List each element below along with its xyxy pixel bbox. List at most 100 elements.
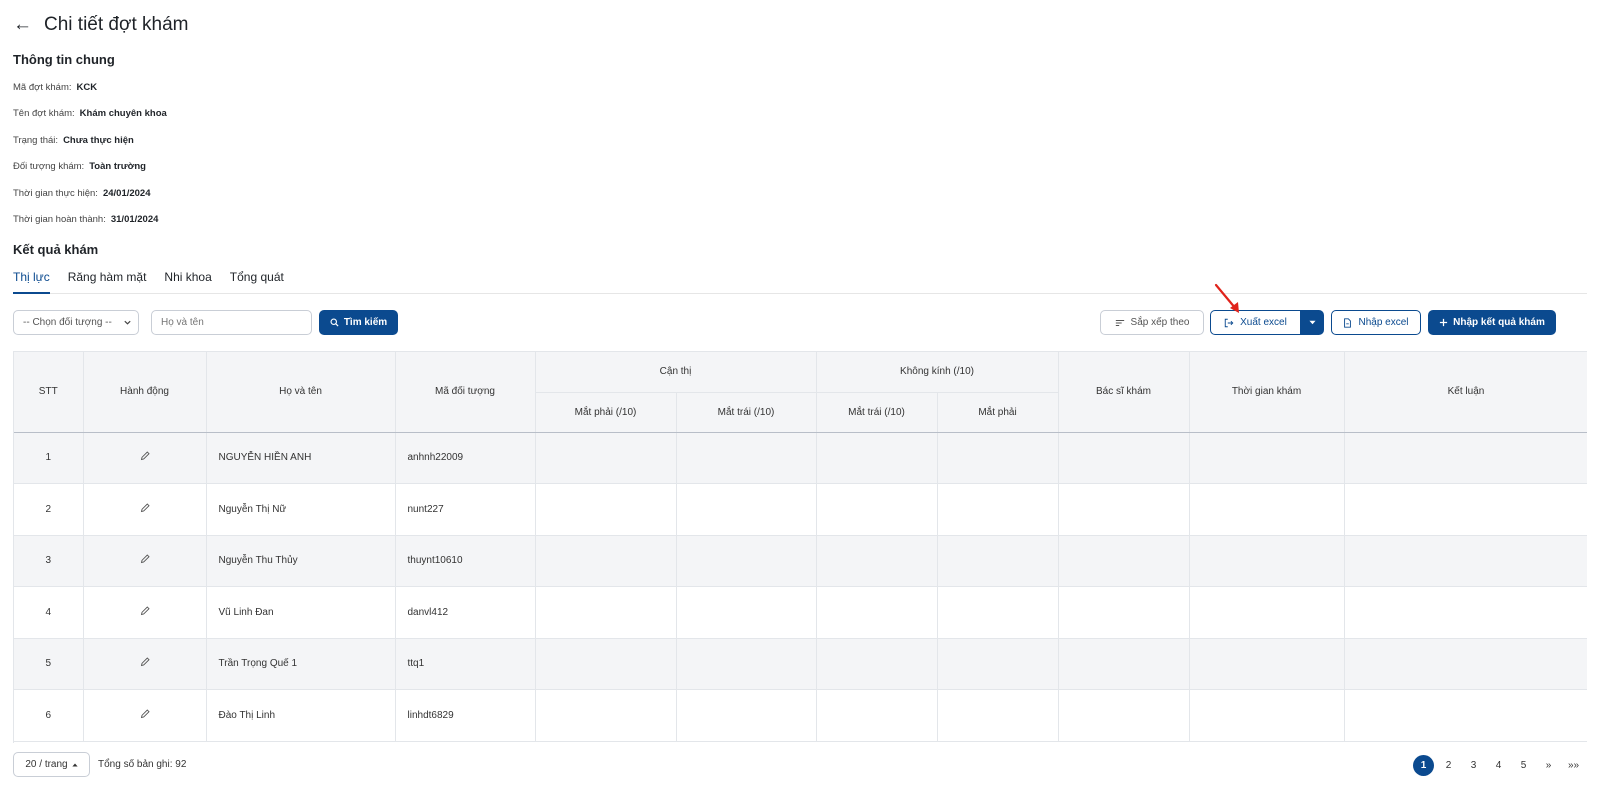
cell-name: Đào Thị Linh: [206, 689, 396, 742]
table-row: 1 NGUYỄN HIỀN ANH anhnh22009: [14, 432, 1587, 484]
pencil-edit-icon[interactable]: [139, 656, 151, 668]
sort-button[interactable]: Sắp xếp theo: [1100, 310, 1204, 335]
cell-empty: [535, 689, 677, 742]
pencil-edit-icon[interactable]: [139, 553, 151, 565]
table-row: 3 Nguyễn Thu Thủy thuynt10610: [14, 535, 1587, 587]
cell-empty: [676, 689, 817, 742]
cell-empty: [676, 586, 817, 639]
info-row-target: Đối tượng khám: Toàn trường: [13, 161, 146, 172]
cell-empty: [1344, 586, 1587, 639]
info-row-exam-name: Tên đợt khám: Khám chuyên khoa: [13, 108, 167, 119]
pencil-edit-icon[interactable]: [139, 605, 151, 617]
cell-action: [83, 432, 207, 484]
chevron-down-icon: [124, 320, 131, 325]
caret-down-icon: [1308, 320, 1316, 325]
table-row: 4 Vũ Linh Đan danvl412: [14, 586, 1587, 639]
cell-empty: [1344, 483, 1587, 536]
cell-empty: [937, 483, 1059, 536]
info-value: KCK: [76, 82, 98, 93]
cell-empty: [937, 638, 1059, 690]
file-icon: [1344, 317, 1352, 328]
cell-empty: [816, 586, 938, 639]
import-excel-label: Nhập excel: [1358, 317, 1409, 328]
cell-stt: 4: [14, 586, 84, 639]
info-row-status: Trạng thái: Chưa thực hiện: [13, 135, 134, 146]
cell-name: NGUYỄN HIỀN ANH: [206, 432, 396, 484]
pencil-edit-icon[interactable]: [139, 708, 151, 720]
sort-button-label: Sắp xếp theo: [1130, 317, 1190, 328]
results-table: STT Hành động Họ và tên Mã đối tượng Cận…: [13, 351, 1587, 743]
cell-empty: [535, 483, 677, 536]
cell-code: anhnh22009: [395, 432, 536, 484]
target-select[interactable]: -- Chọn đối tượng --: [13, 310, 139, 335]
footer-left: 20 / trang Tổng số bản ghi: 92: [13, 752, 186, 777]
general-info-title: Thông tin chung: [13, 52, 115, 67]
results-title: Kết quả khám: [13, 242, 99, 257]
tab-nhi-khoa[interactable]: Nhi khoa: [164, 268, 211, 294]
pencil-edit-icon[interactable]: [139, 502, 151, 514]
target-select-value: -- Chọn đối tượng --: [23, 317, 112, 328]
cell-empty: [816, 689, 938, 742]
next-page-icon[interactable]: »: [1536, 754, 1561, 776]
info-row-start-time: Thời gian thực hiện: 24/01/2024: [13, 188, 151, 199]
cell-empty: [1189, 586, 1345, 639]
cell-code: danvl412: [395, 586, 536, 639]
results-tabs: Thị lực Răng hàm mặt Nhi khoa Tổng quát: [13, 268, 1587, 294]
cell-stt: 2: [14, 483, 84, 536]
cell-code: thuynt10610: [395, 535, 536, 587]
export-options-caret[interactable]: [1300, 310, 1324, 335]
cell-empty: [535, 535, 677, 587]
cell-empty: [937, 689, 1059, 742]
cell-stt: 1: [14, 432, 84, 484]
tab-tong-quat[interactable]: Tổng quát: [230, 268, 284, 294]
cell-empty: [1058, 586, 1190, 639]
export-excel-label: Xuất excel: [1240, 317, 1287, 328]
cell-stt: 5: [14, 638, 84, 690]
cell-code: nunt227: [395, 483, 536, 536]
table-row: 5 Trần Trọng Quế 1 ttq1: [14, 638, 1587, 690]
last-page-icon[interactable]: »»: [1561, 754, 1586, 776]
info-row-exam-code: Mã đợt khám: KCK: [13, 82, 97, 93]
header-left-eye: Mắt trái (/10): [676, 392, 817, 433]
add-result-button[interactable]: Nhập kết quả khám: [1428, 310, 1556, 335]
page-5[interactable]: 5: [1511, 754, 1536, 776]
add-result-label: Nhập kết quả khám: [1453, 317, 1545, 328]
header-nk-left-eye: Mắt trái (/10): [816, 392, 938, 433]
back-arrow-icon[interactable]: ←: [13, 14, 32, 36]
cell-empty: [1058, 432, 1190, 484]
tab-thi-luc[interactable]: Thị lực: [13, 268, 50, 294]
header-time: Thời gian khám: [1189, 352, 1345, 433]
tab-rang-ham-mat[interactable]: Răng hàm mặt: [68, 268, 147, 294]
cell-stt: 3: [14, 535, 84, 587]
page-2[interactable]: 2: [1436, 754, 1461, 776]
cell-action: [83, 638, 207, 690]
header-name: Họ và tên: [206, 352, 396, 433]
header-doctor: Bác sĩ khám: [1058, 352, 1190, 433]
pencil-edit-icon[interactable]: [139, 450, 151, 462]
page-title: Chi tiết đợt khám: [44, 14, 189, 35]
header-code: Mã đối tượng: [395, 352, 536, 433]
search-button[interactable]: Tìm kiếm: [319, 310, 398, 335]
cell-empty: [535, 432, 677, 484]
page-1[interactable]: 1: [1411, 754, 1436, 776]
info-label: Thời gian hoàn thành:: [13, 214, 106, 225]
search-icon: [330, 318, 339, 327]
page-4[interactable]: 4: [1486, 754, 1511, 776]
cell-empty: [1189, 689, 1345, 742]
page-number: 1: [1413, 754, 1434, 776]
table-row: 2 Nguyễn Thị Nữ nunt227: [14, 483, 1587, 536]
name-search-input[interactable]: [151, 310, 312, 335]
import-excel-button[interactable]: Nhập excel: [1331, 310, 1421, 335]
cell-name: Nguyễn Thị Nữ: [206, 483, 396, 536]
cell-empty: [937, 432, 1059, 484]
total-records: Tổng số bản ghi: 92: [98, 759, 187, 770]
search-button-label: Tìm kiếm: [343, 317, 388, 328]
page-3[interactable]: 3: [1461, 754, 1486, 776]
cell-empty: [1058, 689, 1190, 742]
cell-stt: 6: [14, 689, 84, 742]
page-size-select[interactable]: 20 / trang: [13, 752, 90, 777]
annotation-arrow-icon: [1214, 283, 1239, 313]
info-label: Đối tượng khám:: [13, 161, 85, 172]
cell-empty: [816, 432, 938, 484]
sort-lines-icon: [1115, 319, 1124, 326]
